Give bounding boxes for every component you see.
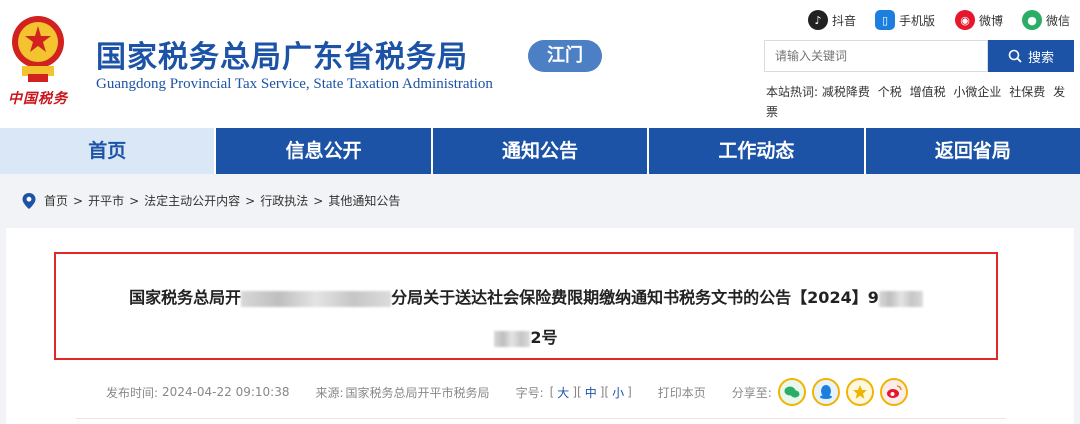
mobile-icon: ▯	[875, 10, 895, 30]
search-button[interactable]: 搜索	[988, 40, 1074, 72]
nav-item-work-news[interactable]: 工作动态	[649, 128, 866, 174]
article-title-part: 分局关于送达社会保险费限期缴纳通知书税务文书的公告【2024】9	[391, 288, 879, 307]
nav-item-info-disclosure[interactable]: 信息公开	[216, 128, 433, 174]
nav-item-home[interactable]: 首页	[0, 128, 217, 174]
share-qq-icon[interactable]	[811, 378, 840, 406]
share-weibo-icon[interactable]	[879, 378, 908, 406]
site-header: 中国税务 国家税务总局广东省税务局 Guangdong Provincial T…	[0, 0, 1080, 128]
meta-divider	[76, 418, 1006, 419]
breadcrumb-link[interactable]: 法定主动公开内容	[144, 192, 240, 209]
share-qzone-icon[interactable]	[845, 378, 874, 406]
font-size-medium-button[interactable]: 中	[585, 384, 597, 401]
font-size-large-button[interactable]: 大	[557, 384, 569, 401]
redacted-region	[241, 290, 392, 307]
hotword-link[interactable]: 个税	[878, 85, 902, 99]
hotword-link[interactable]: 社保费	[1009, 85, 1045, 99]
font-size-label: 字号:	[515, 385, 544, 400]
source-label: 来源:	[315, 385, 344, 400]
article-title-part: 国家税务总局开	[129, 288, 242, 307]
breadcrumb-link[interactable]: 开平市	[88, 192, 124, 209]
article-title: 国家税务总局开 分局关于送达社会保险费限期缴纳通知书税务文书的公告【2024】9 …	[86, 278, 966, 358]
article-panel: 国家税务总局开 分局关于送达社会保险费限期缴纳通知书税务文书的公告【2024】9 …	[6, 228, 1074, 424]
douyin-label: 抖音	[832, 13, 857, 28]
source-value: 国家税务总局开平市税务局	[345, 385, 490, 400]
breadcrumb: 首页 > 开平市 > 法定主动公开内容 > 行政执法 > 其他通知公告	[22, 192, 400, 209]
share-wechat-icon[interactable]	[777, 378, 806, 406]
nav-item-notices[interactable]: 通知公告	[433, 128, 650, 174]
wechat-icon: ●	[1022, 10, 1042, 30]
mobile-label: 手机版	[899, 13, 936, 28]
search-icon	[1008, 49, 1022, 63]
tax-emblem-icon	[12, 16, 64, 82]
hotword-link[interactable]: 减税降费	[822, 85, 870, 99]
site-subtitle: Guangdong Provincial Tax Service, State …	[96, 76, 493, 92]
city-badge[interactable]: 江门	[528, 40, 602, 72]
weibo-icon: ◉	[955, 10, 975, 30]
redacted-region	[878, 290, 923, 307]
breadcrumb-separator: >	[129, 193, 140, 208]
hotwords-label: 本站热词:	[766, 85, 819, 99]
breadcrumb-link[interactable]: 其他通知公告	[328, 192, 400, 209]
nav-item-back-province[interactable]: 返回省局	[866, 128, 1080, 174]
breadcrumb-separator: >	[245, 193, 256, 208]
douyin-link[interactable]: ♪ 抖音	[808, 10, 856, 30]
weibo-link[interactable]: ◉ 微博	[955, 10, 1003, 30]
brand-script-logo: 中国税务	[8, 91, 68, 107]
hotwords: 本站热词: 减税降费 个税 增值税 小微企业 社保费 发票	[766, 82, 1066, 122]
article-title-part: 2号	[530, 328, 558, 347]
article-meta: 发布时间: 2024-04-22 09:10:38 来源: 国家税务总局开平市税…	[106, 378, 908, 406]
douyin-icon: ♪	[808, 10, 828, 30]
search-button-label: 搜索	[1027, 50, 1054, 66]
title-highlight-box: 国家税务总局开 分局关于送达社会保险费限期缴纳通知书税务文书的公告【2024】9 …	[54, 252, 998, 360]
breadcrumb-link[interactable]: 行政执法	[260, 192, 308, 209]
wechat-label: 微信	[1046, 13, 1071, 28]
breadcrumb-separator: >	[73, 193, 84, 208]
location-pin-icon	[22, 192, 36, 209]
font-size-small-button[interactable]: 小	[612, 384, 624, 401]
breadcrumb-separator: >	[313, 193, 324, 208]
print-button[interactable]: 打印本页	[658, 384, 706, 401]
search-input[interactable]	[764, 40, 988, 72]
wechat-link[interactable]: ● 微信	[1022, 10, 1070, 30]
breadcrumb-link[interactable]: 首页	[44, 192, 68, 209]
hotword-link[interactable]: 小微企业	[953, 85, 1001, 99]
mobile-link[interactable]: ▯ 手机版	[875, 10, 935, 30]
publish-time: 2024-04-22 09:10:38	[162, 385, 290, 399]
hotword-link[interactable]: 增值税	[910, 85, 946, 99]
main-nav: 首页 信息公开 通知公告 工作动态 返回省局	[0, 128, 1080, 174]
share-label: 分享至:	[731, 385, 772, 400]
publish-label: 发布时间:	[106, 385, 159, 400]
weibo-label: 微博	[979, 13, 1004, 28]
site-title[interactable]: 国家税务总局广东省税务局	[96, 32, 468, 76]
redacted-region	[494, 330, 531, 347]
